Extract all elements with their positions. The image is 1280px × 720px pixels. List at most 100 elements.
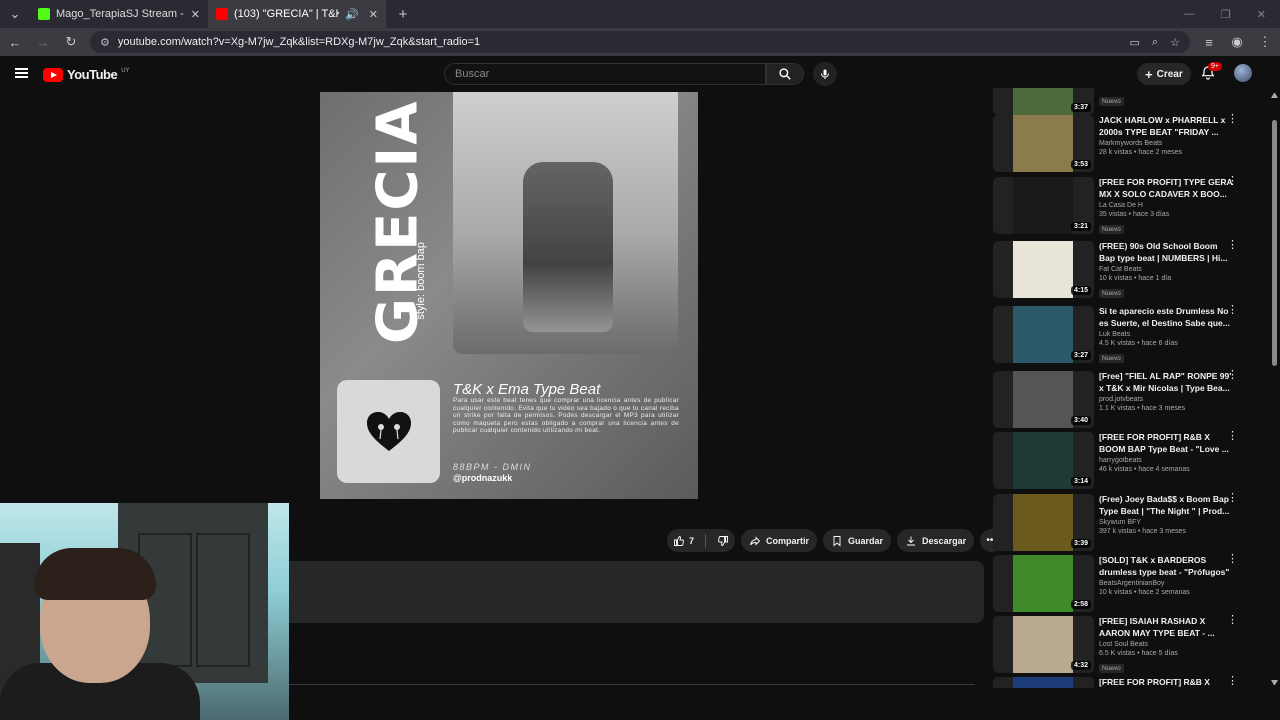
- channel-name[interactable]: Lost Soul Beats: [1099, 641, 1234, 648]
- video-thumbnail[interactable]: 3:14: [993, 432, 1094, 489]
- thumbnail-art: [1013, 241, 1073, 298]
- media-control-icon[interactable]: ≡: [1200, 35, 1218, 50]
- more-vertical-icon[interactable]: ⋮: [1227, 431, 1238, 448]
- video-title[interactable]: [FREE FOR PROFIT] R&B X BOOM BAP Type Be…: [1099, 432, 1234, 455]
- browser-tab-youtube[interactable]: (103) "GRECIA" | T&K x Ema 🔊 ✕: [208, 0, 386, 28]
- video-meta: JACK HARLOW x PHARRELL x 2000s TYPE BEAT…: [1099, 115, 1234, 156]
- channel-name[interactable]: prod.jotvbeats: [1099, 396, 1234, 403]
- recommended-video-item[interactable]: 3:14 [FREE FOR PROFIT] R&B X BOOM BAP Typ…: [993, 431, 1243, 490]
- channel-name[interactable]: Markmywords Beats: [1099, 140, 1234, 147]
- channel-name[interactable]: Skywum BFY: [1099, 519, 1234, 526]
- channel-name[interactable]: La Casa De H: [1099, 202, 1234, 209]
- download-button[interactable]: Descargar: [897, 529, 975, 552]
- zoom-icon[interactable]: ⌕: [1152, 36, 1158, 49]
- video-title[interactable]: [FREE FOR PROFIT] R&B X: [1099, 677, 1234, 688]
- speaker-icon[interactable]: 🔊: [345, 8, 359, 21]
- close-window-icon[interactable]: ✕: [1257, 8, 1266, 21]
- share-button[interactable]: Compartir: [741, 529, 818, 552]
- back-icon[interactable]: ←: [6, 35, 24, 50]
- site-info-icon[interactable]: ⚙: [100, 36, 110, 49]
- duration-badge: 2:58: [1070, 600, 1091, 609]
- channel-name[interactable]: harrygotbeats: [1099, 457, 1234, 464]
- video-thumbnail[interactable]: 3:39: [993, 494, 1094, 551]
- video-thumbnail[interactable]: 3:53: [993, 115, 1094, 172]
- video-thumbnail[interactable]: 3:27: [993, 306, 1094, 363]
- reload-icon[interactable]: ↻: [62, 34, 80, 50]
- thumbnail-art: [1013, 88, 1073, 115]
- black-heart-icon: [366, 411, 411, 451]
- recommended-video-item[interactable]: [FREE FOR PROFIT] R&B X ⋮: [993, 676, 1243, 688]
- like-button[interactable]: 7: [673, 535, 694, 547]
- new-tab-icon[interactable]: +: [394, 6, 412, 23]
- video-thumbnail[interactable]: 4:15: [993, 241, 1094, 298]
- video-title[interactable]: (FREE) 90s Old School Boom Bap type beat…: [1099, 241, 1234, 264]
- close-tab-icon[interactable]: ✕: [369, 8, 378, 21]
- bookmark-star-icon[interactable]: ☆: [1170, 36, 1180, 49]
- restore-window-icon[interactable]: ❐: [1221, 8, 1231, 21]
- video-title[interactable]: (Free) Joey Bada$$ x Boom Bap Type Beat …: [1099, 494, 1234, 517]
- more-vertical-icon[interactable]: ⋮: [1227, 305, 1238, 322]
- hamburger-menu-icon[interactable]: [15, 68, 28, 78]
- tab-list-dropdown-icon[interactable]: ⌄: [6, 6, 24, 22]
- voice-search-button[interactable]: [813, 62, 837, 86]
- video-title[interactable]: JACK HARLOW x PHARRELL x 2000s TYPE BEAT…: [1099, 115, 1234, 138]
- recommended-video-item[interactable]: 3:53 JACK HARLOW x PHARRELL x 2000s TYPE …: [993, 114, 1243, 173]
- scrollbar-thumb[interactable]: [1272, 120, 1277, 366]
- thumbnail-art: [1013, 494, 1073, 551]
- save-button[interactable]: Guardar: [823, 529, 892, 552]
- forward-icon[interactable]: →: [34, 35, 52, 50]
- video-title[interactable]: Si te aparecio este Drumless No es Suert…: [1099, 306, 1234, 329]
- thumbnail-art: [1013, 616, 1073, 673]
- video-thumbnail[interactable]: 2:58: [993, 555, 1094, 612]
- browser-menu-icon[interactable]: ⋮: [1256, 34, 1274, 50]
- recommended-video-item[interactable]: 3:40 [Free] "FIEL AL RAP" RONPE 99' x T&K…: [993, 370, 1243, 429]
- video-meta: [Free] "FIEL AL RAP" RONPE 99' x T&K x M…: [1099, 371, 1234, 412]
- recommended-video-item[interactable]: 4:15 (FREE) 90s Old School Boom Bap type …: [993, 240, 1243, 299]
- more-vertical-icon[interactable]: ⋮: [1227, 370, 1238, 387]
- account-avatar[interactable]: [1234, 64, 1252, 82]
- share-label: Compartir: [766, 535, 810, 546]
- webcam-overlay: [0, 503, 289, 720]
- recommended-video-item[interactable]: 3:375.8 K vistas • hace 5 díasNuevo⋮: [993, 88, 1243, 116]
- video-thumbnail[interactable]: [993, 677, 1094, 688]
- video-thumbnail[interactable]: 4:32: [993, 616, 1094, 673]
- recommended-video-item[interactable]: 3:39 (Free) Joey Bada$$ x Boom Bap Type B…: [993, 493, 1243, 552]
- scroll-up-arrow-icon[interactable]: [1271, 92, 1278, 98]
- browser-tab-stream[interactable]: Mago_TerapiaSJ Stream - Watch ✕: [30, 0, 208, 28]
- dislike-button[interactable]: [717, 535, 729, 547]
- video-player[interactable]: GRECIA style: boom bap T&K x Ema Type Be…: [320, 92, 698, 499]
- close-tab-icon[interactable]: ✕: [191, 8, 200, 21]
- video-title[interactable]: [FREE FOR PROFIT] TYPE GERA MX X SOLO CA…: [1099, 177, 1234, 200]
- more-vertical-icon[interactable]: ⋮: [1227, 676, 1238, 688]
- more-vertical-icon[interactable]: ⋮: [1227, 240, 1238, 257]
- video-thumbnail[interactable]: 3:21: [993, 177, 1094, 234]
- duration-badge: 4:32: [1070, 661, 1091, 670]
- more-vertical-icon[interactable]: ⋮: [1227, 493, 1238, 510]
- more-vertical-icon[interactable]: ⋮: [1227, 554, 1238, 571]
- scroll-down-arrow-icon[interactable]: [1271, 680, 1278, 686]
- minimize-window-icon[interactable]: —: [1184, 8, 1195, 21]
- description-box[interactable]: [283, 561, 984, 623]
- url-field[interactable]: ⚙ youtube.com/watch?v=Xg-M7jw_Zqk&list=R…: [90, 31, 1190, 53]
- search-input[interactable]: Buscar: [444, 63, 766, 85]
- profile-icon[interactable]: ◉: [1228, 34, 1246, 50]
- video-thumbnail[interactable]: 3:40: [993, 371, 1094, 428]
- youtube-logo[interactable]: YouTube UY: [43, 67, 130, 82]
- cast-icon[interactable]: ▭: [1130, 36, 1140, 49]
- recommended-video-item[interactable]: 3:21 [FREE FOR PROFIT] TYPE GERA MX X SOL…: [993, 176, 1243, 235]
- search-button[interactable]: [766, 63, 804, 85]
- channel-name[interactable]: BeatsArgentinianBoy: [1099, 580, 1234, 587]
- channel-name[interactable]: Fat Cat Beats: [1099, 266, 1234, 273]
- recommended-video-item[interactable]: 2:58 [SOLD] T&K x BARDEROS drumless type …: [993, 554, 1243, 613]
- more-vertical-icon[interactable]: ⋮: [1227, 176, 1238, 193]
- video-title[interactable]: [Free] "FIEL AL RAP" RONPE 99' x T&K x M…: [1099, 371, 1234, 394]
- recommended-video-item[interactable]: 3:27 Si te aparecio este Drumless No es S…: [993, 305, 1243, 364]
- recommended-video-item[interactable]: 4:32 [FREE] ISAIAH RASHAD X AARON MAY TYP…: [993, 615, 1243, 674]
- more-vertical-icon[interactable]: ⋮: [1227, 615, 1238, 632]
- video-title[interactable]: [FREE] ISAIAH RASHAD X AARON MAY TYPE BE…: [1099, 616, 1234, 639]
- more-vertical-icon[interactable]: ⋮: [1227, 114, 1238, 131]
- video-thumbnail[interactable]: 3:37: [993, 88, 1094, 115]
- channel-name[interactable]: Luk Beats: [1099, 331, 1234, 338]
- video-title[interactable]: [SOLD] T&K x BARDEROS drumless type beat…: [1099, 555, 1234, 578]
- create-button[interactable]: + Crear: [1137, 63, 1191, 85]
